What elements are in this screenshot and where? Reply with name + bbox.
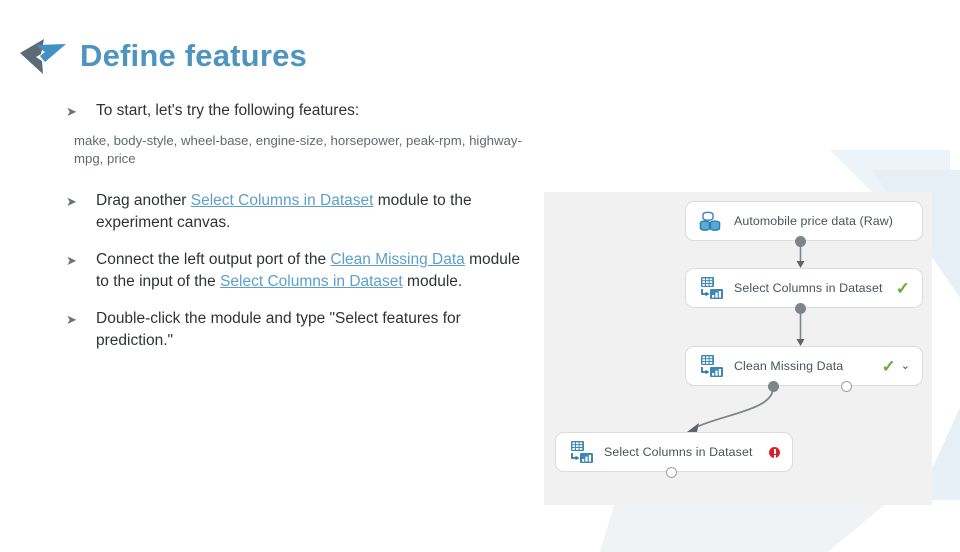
list-item: ➤ To start, let's try the following feat… [66, 100, 536, 122]
output-port[interactable] [795, 236, 806, 247]
arrow-bullet-icon: ➤ [66, 104, 77, 119]
database-icon [699, 211, 721, 231]
status-error-icon [769, 446, 780, 458]
chevron-down-icon[interactable]: ⌄ [901, 360, 910, 372]
bullet-2-pre: Drag another [96, 192, 191, 209]
page-title: Define features [80, 37, 307, 73]
module-label: Automobile price data (Raw) [734, 214, 894, 228]
bullet-2-text: Drag another Select Columns in Dataset m… [96, 190, 536, 233]
module-select-columns-in-dataset-2[interactable]: Select Columns in Dataset [555, 432, 793, 472]
feature-list-text: make, body-style, wheel-base, engine-siz… [74, 133, 522, 166]
chevron-logo-icon [20, 39, 66, 74]
status-check-icon: ✓ [895, 278, 910, 298]
bullet-3-post: module. [402, 272, 463, 290]
list-item: ➤ Connect the left output port of the Cl… [66, 249, 536, 292]
module-label: Clean Missing Data [734, 359, 844, 373]
list-item: ➤ Double-click the module and type "Sele… [66, 308, 536, 351]
output-port[interactable] [666, 467, 677, 478]
arrow-bullet-icon: ➤ [66, 194, 77, 209]
output-port-left[interactable] [768, 381, 779, 392]
link-select-columns-in-dataset-2[interactable]: Select Columns in Dataset [220, 273, 403, 290]
module-label: Select Columns in Dataset [734, 281, 883, 295]
select-columns-icon [701, 277, 723, 299]
bullet-4-text: Double-click the module and type "Select… [96, 310, 461, 349]
list-item: ➤ Drag another Select Columns in Dataset… [66, 190, 536, 233]
content-column: ➤ To start, let's try the following feat… [66, 100, 536, 351]
select-columns-icon [571, 441, 593, 463]
arrow-bullet-icon: ➤ [66, 253, 77, 268]
page-header: Define features [14, 31, 307, 79]
bullet-3-text: Connect the left output port of the Clea… [96, 249, 536, 292]
output-port[interactable] [795, 303, 806, 314]
link-select-columns-in-dataset[interactable]: Select Columns in Dataset [191, 192, 374, 209]
status-check-icon: ✓ [881, 356, 896, 376]
output-port-right[interactable] [841, 381, 852, 392]
module-label: Select Columns in Dataset [604, 445, 753, 459]
module-clean-missing-data[interactable]: Clean Missing Data ✓ ⌄ [685, 346, 923, 386]
bullet-3-pre: Connect the left output port of the [96, 251, 331, 268]
module-select-columns-in-dataset-1[interactable]: Select Columns in Dataset ✓ [685, 268, 923, 308]
select-columns-icon [701, 355, 723, 377]
module-automobile-price-data[interactable]: Automobile price data (Raw) [685, 201, 923, 241]
link-clean-missing-data[interactable]: Clean Missing Data [330, 251, 464, 268]
experiment-canvas-screenshot: Automobile price data (Raw) Select Colum… [544, 192, 932, 505]
arrow-bullet-icon: ➤ [66, 312, 77, 327]
bullet-1-text: To start, let's try the following featur… [96, 102, 360, 119]
